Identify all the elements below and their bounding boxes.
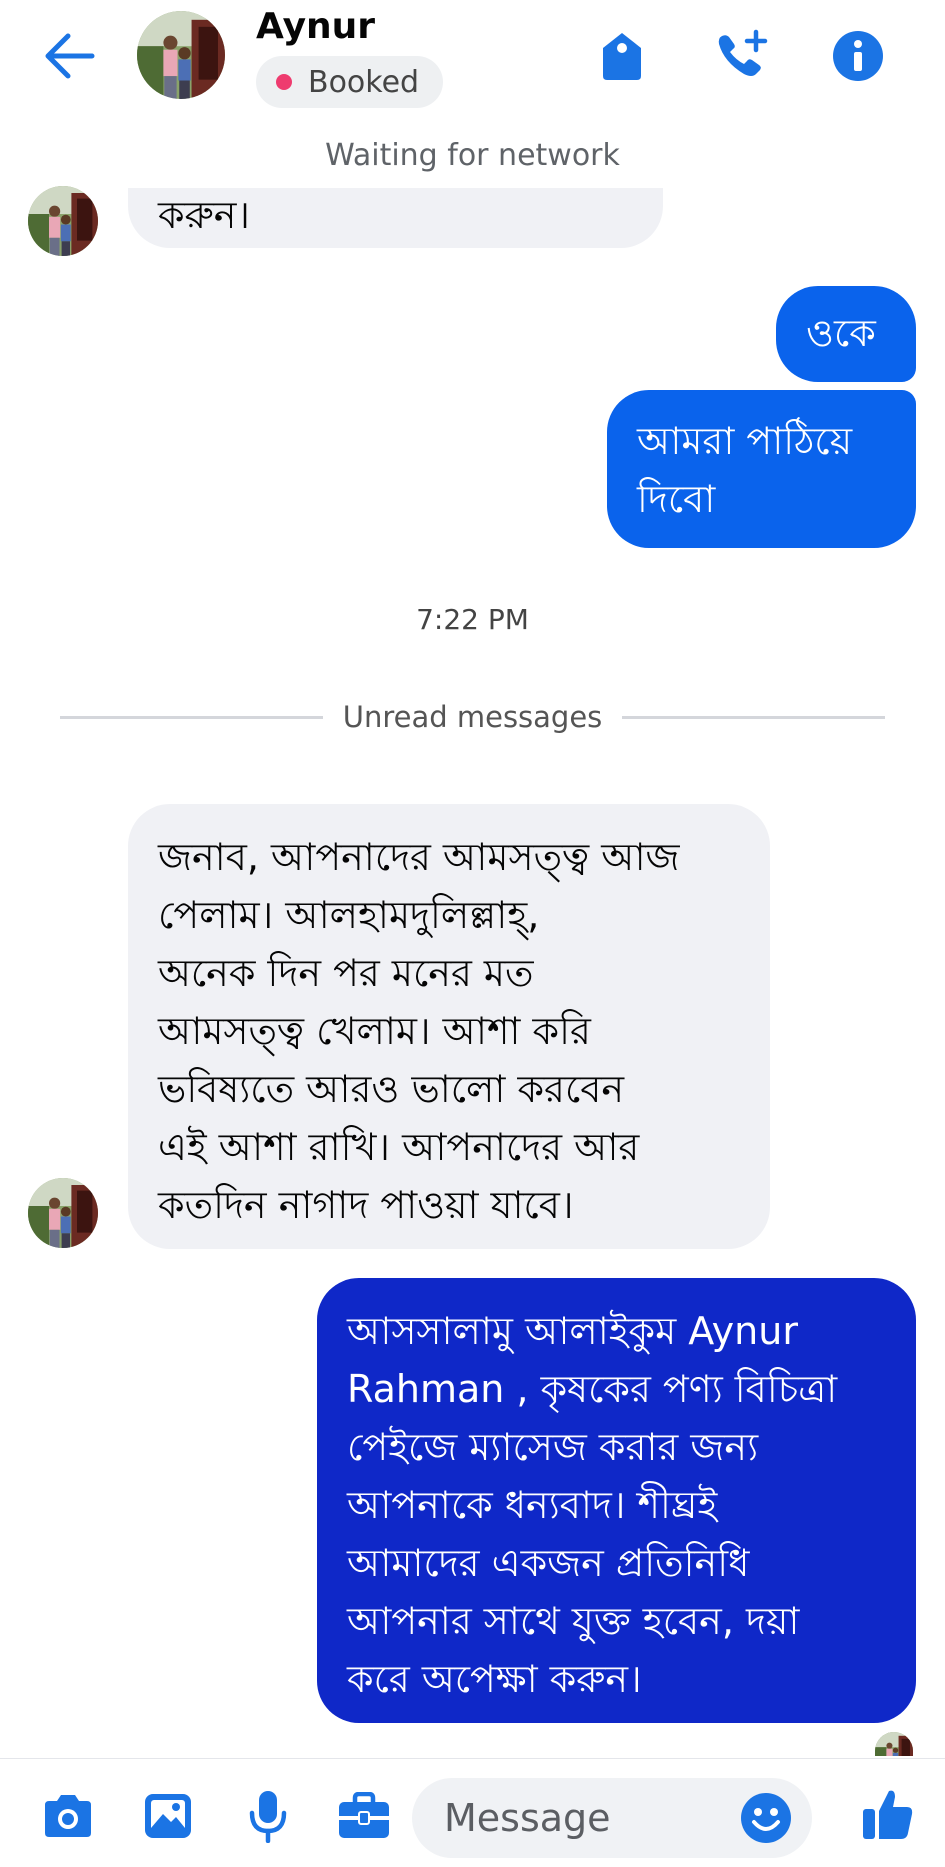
briefcase-button[interactable] (336, 1788, 392, 1844)
tag-button[interactable] (590, 24, 654, 88)
label-dot (276, 74, 292, 90)
info-button[interactable] (826, 24, 890, 88)
camera-icon (45, 1795, 91, 1837)
briefcase-icon (339, 1792, 389, 1838)
sender-avatar[interactable] (28, 1178, 98, 1248)
info-icon (833, 31, 883, 81)
back-button[interactable] (40, 30, 100, 82)
message-line: আপনার সাথে যুক্ত হবেন, দয়া (347, 1599, 800, 1643)
message-clip: করুন। (0, 188, 945, 258)
incoming-message[interactable]: করুন। (128, 188, 663, 248)
label-chip[interactable]: Booked (256, 56, 444, 108)
microphone-button[interactable] (240, 1788, 296, 1844)
arrow-left-icon (45, 33, 95, 79)
emoji-icon[interactable] (740, 1792, 792, 1844)
message-line: আমাদের একজন প্রতিনিধি (347, 1541, 750, 1585)
camera-button[interactable] (40, 1788, 96, 1844)
message-line: আমসত্ত্ব খেলাম। আশা করি (158, 1009, 591, 1053)
outgoing-message[interactable]: ওকে (776, 286, 916, 382)
incoming-message[interactable]: জনাব, আপনাদের আমসত্ত্ব আজ পেলাম। আলহামদু… (128, 804, 770, 1249)
contact-avatar[interactable] (137, 11, 225, 99)
gallery-button[interactable] (140, 1788, 196, 1844)
network-status: Waiting for network (325, 138, 620, 173)
add-call-button[interactable] (710, 24, 774, 88)
thumbs-up-icon (863, 1790, 913, 1839)
read-receipt-avatar (875, 1732, 913, 1756)
unread-label: Unread messages (342, 700, 603, 734)
message-input[interactable]: Message (412, 1778, 812, 1858)
message-line: আপনাকে ধন্যবাদ। শীঘ্রই (347, 1483, 718, 1527)
message-line: পেইজে ম্যাসেজ করার জন্য (347, 1425, 759, 1469)
message-text: ওকে (806, 311, 876, 355)
message-text: করুন। (158, 193, 251, 237)
message-line: অনেক দিন পর মনের মত (158, 951, 534, 995)
message-line: জনাব, আপনাদের আমসত্ত্ব আজ (158, 835, 680, 879)
timestamp: 7:22 PM (416, 603, 529, 636)
message-line: কতদিন নাগাদ পাওয়া যাবে। (158, 1183, 574, 1227)
sender-avatar[interactable] (28, 186, 98, 256)
outgoing-message[interactable]: আমরা পাঠিয়ে দিবো (607, 390, 916, 548)
like-button[interactable] (858, 1784, 918, 1844)
tag-icon (603, 33, 641, 80)
outgoing-message[interactable]: আসসালামু আলাইকুম Aynur Rahman , কৃষকের প… (317, 1278, 916, 1723)
message-placeholder: Message (444, 1796, 611, 1840)
add-call-icon (718, 29, 768, 76)
message-line: করে অপেক্ষা করুন। (347, 1657, 642, 1701)
message-line: দিবো (637, 477, 716, 521)
message-line: ভবিষ্যতে আরও ভালো করবেন (158, 1067, 625, 1111)
message-line: Rahman , কৃষকের পণ্য বিচিত্রা (347, 1367, 838, 1411)
unread-divider: Unread messages (60, 697, 886, 737)
message-line: আসসালামু আলাইকুম Aynur (347, 1309, 798, 1353)
composer-divider (0, 1758, 945, 1759)
message-line: আমরা পাঠিয়ে (637, 419, 853, 463)
microphone-icon (249, 1791, 287, 1843)
message-line: পেলাম। আলহামদুলিল্লাহ্‌, (158, 893, 540, 937)
contact-name[interactable]: Aynur (256, 6, 375, 47)
gallery-icon (145, 1794, 191, 1838)
message-line: এই আশা রাখি। আপনাদের আর (158, 1125, 640, 1169)
label-text: Booked (308, 64, 420, 100)
